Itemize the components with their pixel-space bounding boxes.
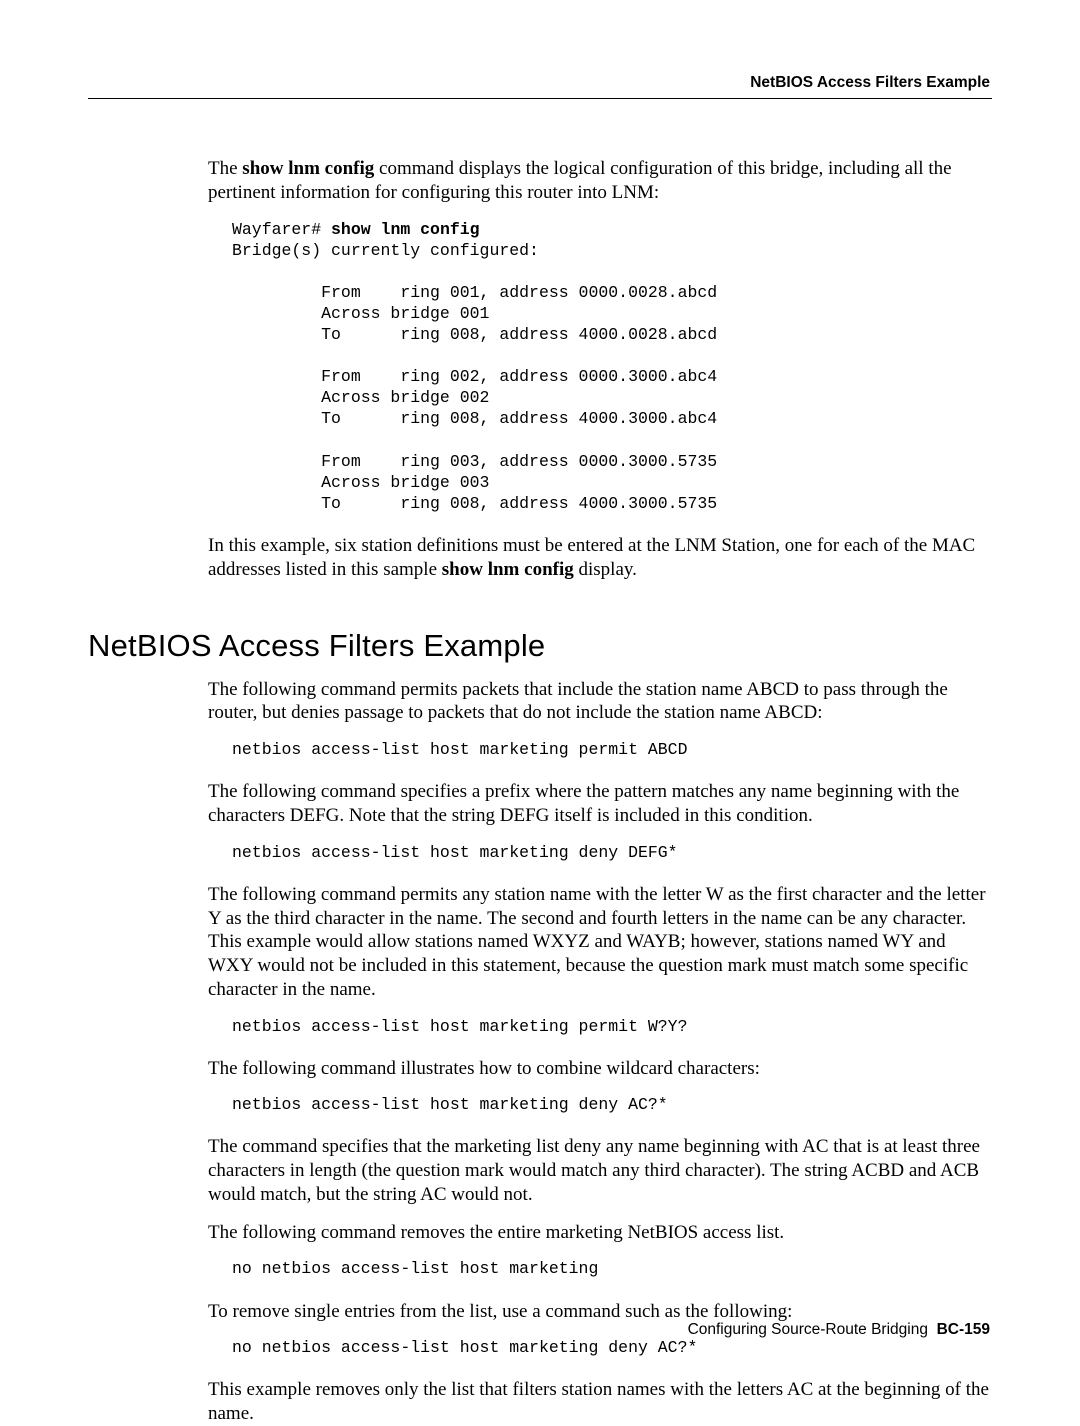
code-c2: netbios access-list host marketing deny …: [232, 842, 990, 863]
body-p3: The following command permits any statio…: [208, 883, 990, 1002]
running-header: NetBIOS Access Filters Example: [88, 74, 992, 92]
code-c4: netbios access-list host marketing deny …: [232, 1094, 990, 1115]
body-p7: To remove single entries from the list, …: [208, 1300, 990, 1324]
page: NetBIOS Access Filters Example The show …: [0, 0, 1080, 1397]
header-rule: [88, 98, 992, 99]
body-p6: The following command removes the entire…: [208, 1221, 990, 1245]
code-c5: no netbios access-list host marketing: [232, 1258, 990, 1279]
code-c1: netbios access-list host marketing permi…: [232, 739, 990, 760]
text: display.: [574, 559, 637, 580]
command: show lnm config: [331, 220, 480, 239]
code-c6: no netbios access-list host marketing de…: [232, 1337, 990, 1358]
body-p8: This example removes only the list that …: [208, 1378, 990, 1426]
body-p5: The command specifies that the marketing…: [208, 1135, 990, 1206]
body-p2: The following command specifies a prefix…: [208, 780, 990, 828]
body-p4: The following command illustrates how to…: [208, 1057, 990, 1081]
text: The: [208, 158, 242, 179]
code-c3: netbios access-list host marketing permi…: [232, 1016, 990, 1037]
footer: Configuring Source-Route Bridging BC-159: [688, 1321, 990, 1339]
intro-paragraph-1: The show lnm config command displays the…: [208, 157, 990, 205]
section-heading: NetBIOS Access Filters Example: [88, 628, 990, 664]
output: Bridge(s) currently configured: From rin…: [232, 241, 717, 513]
body-p1: The following command permits packets th…: [208, 678, 990, 726]
command-name: show lnm config: [242, 158, 374, 179]
content-column: The show lnm config command displays the…: [208, 157, 990, 1426]
page-number: BC-159: [937, 1321, 990, 1338]
prompt: Wayfarer#: [232, 220, 331, 239]
intro-paragraph-2: In this example, six station definitions…: [208, 534, 990, 582]
code-block-lnm-config: Wayfarer# show lnm config Bridge(s) curr…: [232, 219, 990, 515]
footer-text: Configuring Source-Route Bridging: [688, 1321, 928, 1338]
command-name: show lnm config: [442, 559, 574, 580]
